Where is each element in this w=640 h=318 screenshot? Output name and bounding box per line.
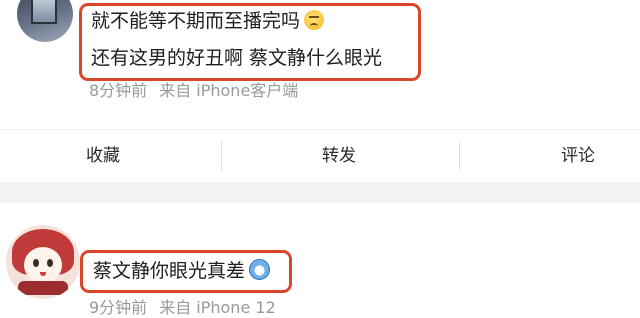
avatar-image [31,0,57,24]
comment-time: 9分钟前 [89,298,148,317]
comment-text-line: 还有这男的好丑啊 蔡文静什么眼光 [91,47,383,69]
comment-button[interactable]: 评论 [561,130,595,182]
favorite-button[interactable]: 收藏 [86,130,120,182]
avatar-eye [47,259,53,267]
comment-meta: 8分钟前 来自 iPhone客户端 [89,81,298,101]
avatar-face [24,247,62,283]
doraemon-icon [249,259,271,280]
avatar-bow [18,281,68,295]
comment-source: 来自 iPhone客户端 [159,81,299,100]
comment-text-line: 蔡文静你眼光真差 [93,257,271,285]
comment-source: 来自 iPhone 12 [159,298,276,317]
comment-meta: 9分钟前 来自 iPhone 12 [89,298,276,318]
user-avatar[interactable] [6,225,80,299]
divider [459,142,460,170]
comment-text-line: 就不能等不期而至播完吗 [91,7,325,35]
forward-button[interactable]: 转发 [322,130,356,182]
comment-text: 就不能等不期而至播完吗 [91,10,301,32]
comment-time: 8分钟前 [89,81,148,100]
avatar-eye [33,259,39,267]
section-separator [0,182,640,203]
comment-text: 蔡文静你眼光真差 [93,260,246,282]
divider [221,142,222,170]
action-bar: 收藏 转发 评论 [0,130,640,182]
user-avatar[interactable] [17,0,73,42]
sweat-face-icon [304,10,325,30]
